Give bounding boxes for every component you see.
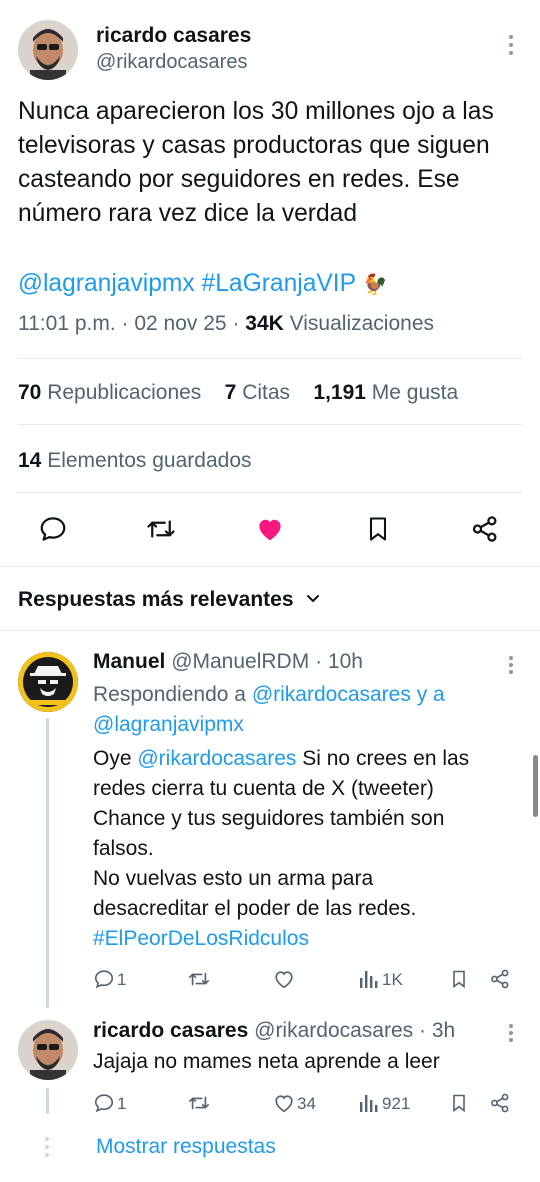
views-button[interactable]: 1K [359, 968, 403, 995]
divider [18, 424, 522, 425]
more-options-icon[interactable] [508, 34, 514, 56]
tweet-time: 11:01 p.m. [18, 312, 116, 335]
mention-link[interactable]: @lagranjavipmx [18, 270, 195, 297]
reply-action-bar: 1 34 921 [93, 1090, 523, 1118]
like-icon [275, 1095, 293, 1113]
reply-icon [94, 970, 114, 989]
views-count: 34K [245, 312, 284, 335]
divider [0, 630, 540, 631]
reply-avatar-manuel[interactable] [18, 652, 78, 712]
reply-time: · 3h [419, 1019, 456, 1042]
repost-icon[interactable] [145, 514, 177, 549]
reply-button[interactable]: 1 [93, 968, 126, 995]
mention-link[interactable]: @rikardocasares [252, 683, 411, 706]
views-icon [360, 1095, 378, 1112]
reply-author-handle[interactable]: @rikardocasares [254, 1019, 413, 1042]
reply-author-name[interactable]: ricardo casares [93, 1019, 248, 1042]
reposts-stat[interactable]: 70 Republicaciones [18, 381, 201, 404]
divider [18, 492, 522, 493]
engagement-stats: 70 Republicaciones 7 Citas 1,191 Me gust… [18, 381, 458, 405]
hashtag-link[interactable]: #LaGranjaVIP [202, 270, 356, 297]
avatar-photo [18, 1020, 78, 1080]
share-icon[interactable] [470, 514, 500, 549]
bookmark-icon[interactable] [449, 1092, 469, 1119]
share-icon[interactable] [489, 1092, 511, 1119]
reply-header: Manuel @ManuelRDM · 10h [93, 650, 363, 674]
thread-dots [44, 1136, 50, 1163]
reply-time: · 10h [315, 650, 363, 673]
thread-line [46, 718, 49, 1008]
reply-header: ricardo casares @rikardocasares · 3h [93, 1019, 455, 1043]
views-button[interactable]: 921 [359, 1092, 410, 1119]
tweet-tags-line: @lagranjavipmx #LaGranjaVIP 🐓 [18, 267, 387, 302]
show-replies-link[interactable]: Mostrar respuestas [96, 1135, 276, 1159]
like-button[interactable]: 34 [273, 1092, 316, 1119]
views-label: Visualizaciones [289, 312, 435, 335]
more-options-icon[interactable] [508, 655, 514, 680]
reply-text: Oye @rikardocasares Si no crees en las r… [93, 744, 523, 954]
like-icon[interactable] [273, 968, 295, 995]
rooster-emoji: 🐓 [362, 274, 388, 296]
bookmark-icon[interactable] [449, 968, 469, 995]
reply-action-bar: 1 1K [93, 966, 523, 994]
reply-icon [94, 1094, 114, 1113]
author-avatar[interactable] [18, 20, 78, 80]
mention-link[interactable]: @rikardocasares [137, 747, 296, 770]
avatar-photo [18, 20, 78, 80]
repost-icon[interactable] [188, 1092, 210, 1119]
reply-avatar-ricardo[interactable] [18, 1020, 78, 1080]
bookmark-icon[interactable] [364, 513, 392, 550]
repost-icon[interactable] [188, 968, 210, 995]
replies-sort-dropdown[interactable]: Respuestas más relevantes [18, 588, 321, 612]
like-icon-filled[interactable] [254, 514, 286, 549]
reply-author-handle[interactable]: @ManuelRDM [171, 650, 309, 673]
more-options-icon[interactable] [508, 1023, 514, 1048]
replying-to: Respondiendo a @rikardocasares y a @lagr… [93, 683, 445, 736]
hashtag-link[interactable]: #ElPeorDeLosRidculos [93, 924, 523, 954]
divider [0, 566, 540, 567]
scrollbar[interactable] [533, 755, 538, 817]
reply-button[interactable]: 1 [93, 1092, 126, 1119]
share-icon[interactable] [489, 968, 511, 995]
reply-icon[interactable] [38, 514, 68, 549]
tweet-text: Nunca aparecieron los 30 millones ojo a … [18, 98, 494, 227]
divider [18, 358, 522, 359]
reply-author-name[interactable]: Manuel [93, 650, 165, 673]
chevron-down-icon [305, 588, 321, 612]
mention-link[interactable]: @lagranjavipmx [93, 713, 244, 736]
avatar-photo [18, 652, 78, 712]
likes-stat[interactable]: 1,191 Me gusta [313, 381, 458, 404]
views-icon [360, 971, 378, 988]
bookmarks-stat[interactable]: 14 Elementos guardados [18, 449, 252, 473]
tweet-meta: 11:01 p.m. · 02 nov 25 · 34K Visualizaci… [18, 312, 435, 335]
author-name[interactable]: ricardo casares [96, 24, 251, 48]
thread-line [46, 1088, 49, 1114]
quotes-stat[interactable]: 7 Citas [225, 381, 290, 404]
reply-text: Jajaja no mames neta aprende a leer [93, 1050, 440, 1073]
tweet-date: 02 nov 25 [134, 312, 227, 335]
author-handle[interactable]: @rikardocasares [96, 51, 247, 74]
